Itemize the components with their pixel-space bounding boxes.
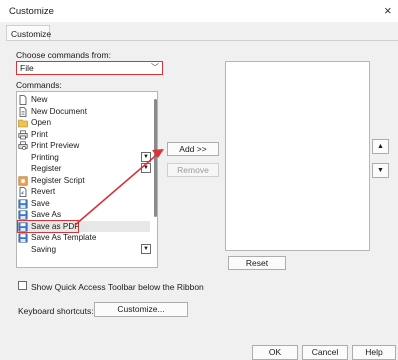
list-item[interactable]: Register ▼ [17,163,151,175]
remove-button[interactable]: Remove [167,163,219,177]
list-item[interactable]: Printing ▼ [17,151,151,164]
pdf-icon [18,222,28,231]
list-item[interactable]: Save As Template [17,232,150,244]
folder-icon [18,119,28,128]
list-item[interactable]: Print Preview [17,140,150,152]
new-doc-icon [19,95,27,105]
title-bar: Customize × [0,0,398,22]
submenu-arrow-icon[interactable]: ▼ [141,151,151,162]
revert-icon [19,187,27,197]
ok-button[interactable]: OK [252,345,298,360]
commands-scrollbar[interactable] [154,93,157,267]
list-item[interactable]: Print [17,129,150,141]
dropdown-value: File [20,63,34,73]
toolbar-commands-list[interactable] [225,61,370,251]
commands-list[interactable]: New New Document Open Print Print Previe… [16,91,158,268]
move-down-button[interactable]: ▼ [372,163,389,178]
window-title: Customize [9,6,54,17]
chevron-down-icon: ﹀ [151,63,159,72]
commands-label: Commands: [16,80,62,90]
cancel-button[interactable]: Cancel [302,345,348,360]
submenu-arrow-icon[interactable]: ▼ [141,243,151,254]
print-preview-icon [18,141,28,150]
keyboard-shortcuts-label: Keyboard shortcuts: [18,306,94,316]
list-item[interactable]: New [17,94,150,106]
list-item[interactable]: Open [17,117,150,129]
move-up-button[interactable]: ▲ [372,139,389,154]
new-document-icon [19,106,27,117]
commands-source-dropdown[interactable]: File ﹀ [16,61,163,75]
list-item[interactable]: New Document [17,106,150,118]
list-item[interactable]: Revert [17,186,150,198]
tab-strip: Customize [0,22,398,42]
template-icon [18,233,28,243]
customize-shortcuts-button[interactable]: Customize... [94,302,188,317]
reset-button[interactable]: Reset [228,256,286,270]
list-item-selected[interactable]: Save as PDF [17,219,150,233]
printer-icon [18,129,28,139]
show-qat-checkbox[interactable] [18,281,27,290]
script-icon [18,176,28,185]
choose-commands-label: Choose commands from: [16,50,111,60]
list-item[interactable]: Register Script [17,175,150,187]
save-icon [18,199,28,208]
help-button[interactable]: Help [352,345,396,360]
close-icon[interactable]: × [384,3,392,18]
list-item[interactable]: Save [17,198,150,210]
list-item[interactable]: Saving ▼ [17,243,151,256]
submenu-arrow-icon[interactable]: ▼ [141,163,151,173]
show-qat-label: Show Quick Access Toolbar below the Ribb… [31,282,204,292]
save-as-icon [18,210,28,220]
scrollbar-thumb[interactable] [154,99,157,217]
add-button[interactable]: Add >> [167,142,219,156]
